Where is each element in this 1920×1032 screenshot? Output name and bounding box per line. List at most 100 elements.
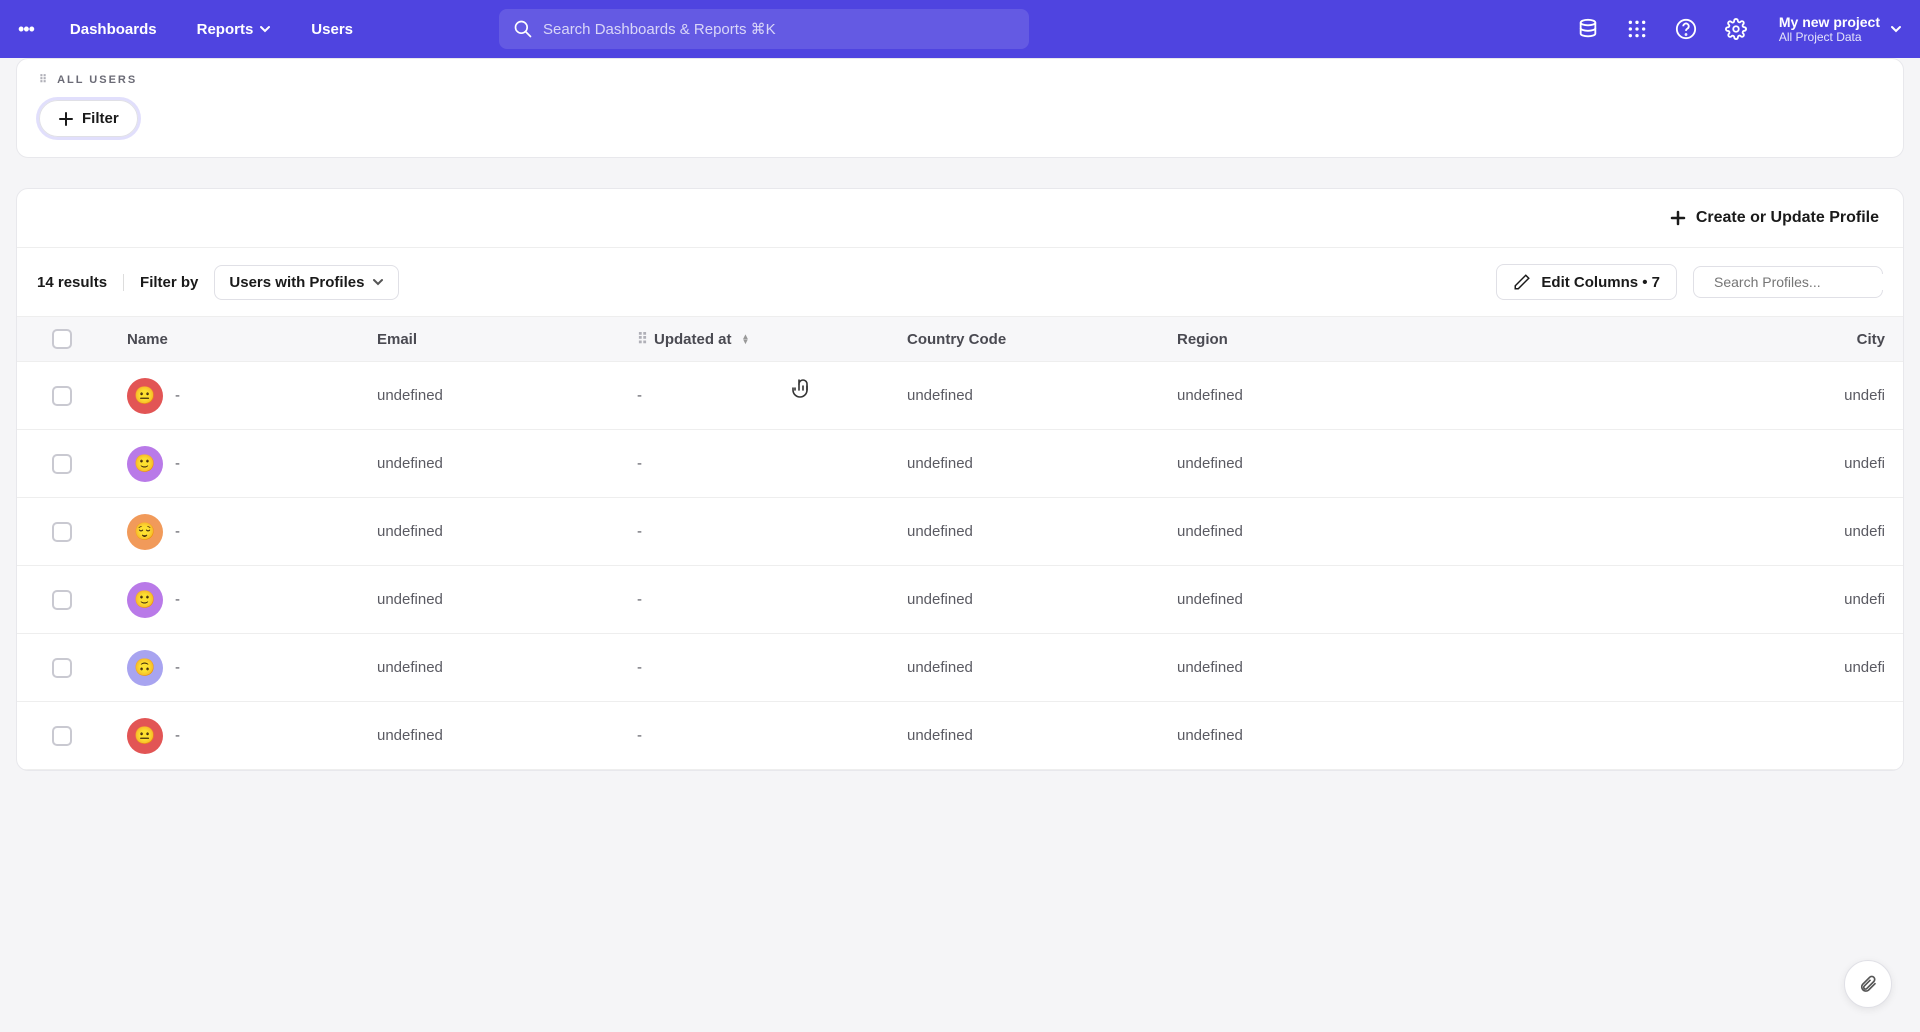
nav-users[interactable]: Users [293, 13, 371, 46]
cell-country: undefined [907, 591, 1177, 608]
top-action-row: Create or Update Profile [17, 189, 1903, 248]
filter-card-title-text: ALL USERS [57, 74, 137, 86]
drag-handle-icon[interactable]: ⠿ [637, 330, 648, 348]
row-checkbox[interactable] [52, 454, 72, 474]
select-all-checkbox[interactable] [52, 329, 72, 349]
search-icon [513, 19, 533, 39]
add-filter-button[interactable]: Filter [39, 100, 138, 137]
table-row[interactable]: 🙂-undefined-undefinedundefinedundefi [17, 566, 1903, 634]
col-updated-label: Updated at [654, 331, 732, 348]
cell-email: undefined [377, 455, 637, 472]
row-checkbox[interactable] [52, 590, 72, 610]
plus-icon [58, 111, 74, 127]
create-profile-label: Create or Update Profile [1696, 209, 1879, 227]
col-region[interactable]: Region [1177, 331, 1437, 348]
cell-name: - [175, 523, 180, 540]
col-updated[interactable]: ⠿ Updated at ▲▼ [637, 330, 907, 348]
col-name[interactable]: Name [107, 331, 377, 348]
cell-name: - [175, 659, 180, 676]
search-box[interactable] [499, 9, 1029, 49]
nav-reports-label: Reports [197, 21, 254, 38]
cell-city: undefi [1437, 659, 1903, 676]
edit-columns-button[interactable]: Edit Columns • 7 [1496, 264, 1677, 300]
table-row[interactable]: 😐-undefined-undefinedundefined [17, 702, 1903, 770]
cell-email: undefined [377, 591, 637, 608]
attachment-fab[interactable] [1844, 960, 1892, 1008]
cell-city: undefi [1437, 387, 1903, 404]
toolbar-row: 14 results Filter by Users with Profiles… [17, 248, 1903, 316]
nav-links: Dashboards Reports Users [52, 13, 371, 46]
cell-name: - [175, 455, 180, 472]
cell-region: undefined [1177, 727, 1437, 744]
col-country[interactable]: Country Code [907, 331, 1177, 348]
edit-columns-label: Edit Columns • 7 [1541, 274, 1660, 291]
cell-region: undefined [1177, 659, 1437, 676]
cell-email: undefined [377, 659, 637, 676]
cell-city: undefi [1437, 591, 1903, 608]
cell-name: - [175, 727, 180, 744]
menu-dots-icon[interactable]: ••• [18, 19, 34, 40]
row-checkbox[interactable] [52, 726, 72, 746]
users-table: Name Email ⠿ Updated at ▲▼ Country Code … [17, 316, 1903, 770]
create-profile-button[interactable]: Create or Update Profile [1670, 209, 1879, 227]
results-count: 14 results [37, 274, 124, 291]
project-name: My new project [1779, 14, 1880, 30]
cell-updated: - [637, 387, 907, 404]
cell-country: undefined [907, 659, 1177, 676]
cell-country: undefined [907, 387, 1177, 404]
profile-search-box[interactable] [1693, 266, 1883, 298]
cell-updated: - [637, 523, 907, 540]
cell-country: undefined [907, 727, 1177, 744]
cell-updated: - [637, 659, 907, 676]
row-checkbox[interactable] [52, 386, 72, 406]
avatar: 🙂 [127, 582, 163, 618]
nav-reports[interactable]: Reports [179, 13, 290, 46]
table-row[interactable]: 😌-undefined-undefinedundefinedundefi [17, 498, 1903, 566]
cell-region: undefined [1177, 523, 1437, 540]
table-row[interactable]: 😐-undefined-undefinedundefinedundefi [17, 362, 1903, 430]
filter-button-label: Filter [82, 110, 119, 127]
cell-email: undefined [377, 727, 637, 744]
avatar: 🙃 [127, 650, 163, 686]
settings-gear-icon[interactable] [1725, 18, 1747, 40]
filter-card-title: ⠿ ALL USERS [39, 73, 1881, 86]
table-row[interactable]: 🙂-undefined-undefinedundefinedundefi [17, 430, 1903, 498]
filter-dropdown[interactable]: Users with Profiles [214, 265, 399, 300]
search-input[interactable] [543, 21, 1015, 38]
chevron-down-icon [372, 276, 384, 288]
table-row[interactable]: 🙃-undefined-undefinedundefinedundefi [17, 634, 1903, 702]
nav-dashboards[interactable]: Dashboards [52, 13, 175, 46]
filter-card: ⠿ ALL USERS Filter [16, 58, 1904, 158]
row-checkbox[interactable] [52, 658, 72, 678]
filter-dropdown-label: Users with Profiles [229, 274, 364, 291]
avatar: 😌 [127, 514, 163, 550]
cell-updated: - [637, 591, 907, 608]
row-checkbox[interactable] [52, 522, 72, 542]
table-header: Name Email ⠿ Updated at ▲▼ Country Code … [17, 316, 1903, 362]
cell-name: - [175, 591, 180, 608]
chevron-down-icon [259, 23, 271, 35]
avatar: 😐 [127, 718, 163, 754]
cell-city: undefi [1437, 523, 1903, 540]
main-card: Create or Update Profile 14 results Filt… [16, 188, 1904, 771]
chevron-down-icon [1890, 23, 1902, 35]
cell-country: undefined [907, 455, 1177, 472]
help-icon[interactable] [1675, 18, 1697, 40]
profile-search-input[interactable] [1714, 274, 1895, 290]
pencil-icon [1513, 273, 1531, 291]
drag-handle-icon[interactable]: ⠿ [39, 73, 49, 86]
paperclip-icon [1858, 974, 1878, 994]
col-city[interactable]: City [1437, 331, 1903, 348]
avatar: 🙂 [127, 446, 163, 482]
cell-region: undefined [1177, 591, 1437, 608]
database-icon[interactable] [1577, 18, 1599, 40]
project-selector[interactable]: My new project All Project Data [1779, 14, 1902, 44]
cell-country: undefined [907, 523, 1177, 540]
cell-updated: - [637, 727, 907, 744]
cell-email: undefined [377, 387, 637, 404]
project-subtitle: All Project Data [1779, 30, 1880, 44]
plus-icon [1670, 210, 1686, 226]
col-email[interactable]: Email [377, 331, 637, 348]
filter-by-label: Filter by [140, 274, 198, 291]
apps-grid-icon[interactable] [1627, 19, 1647, 39]
